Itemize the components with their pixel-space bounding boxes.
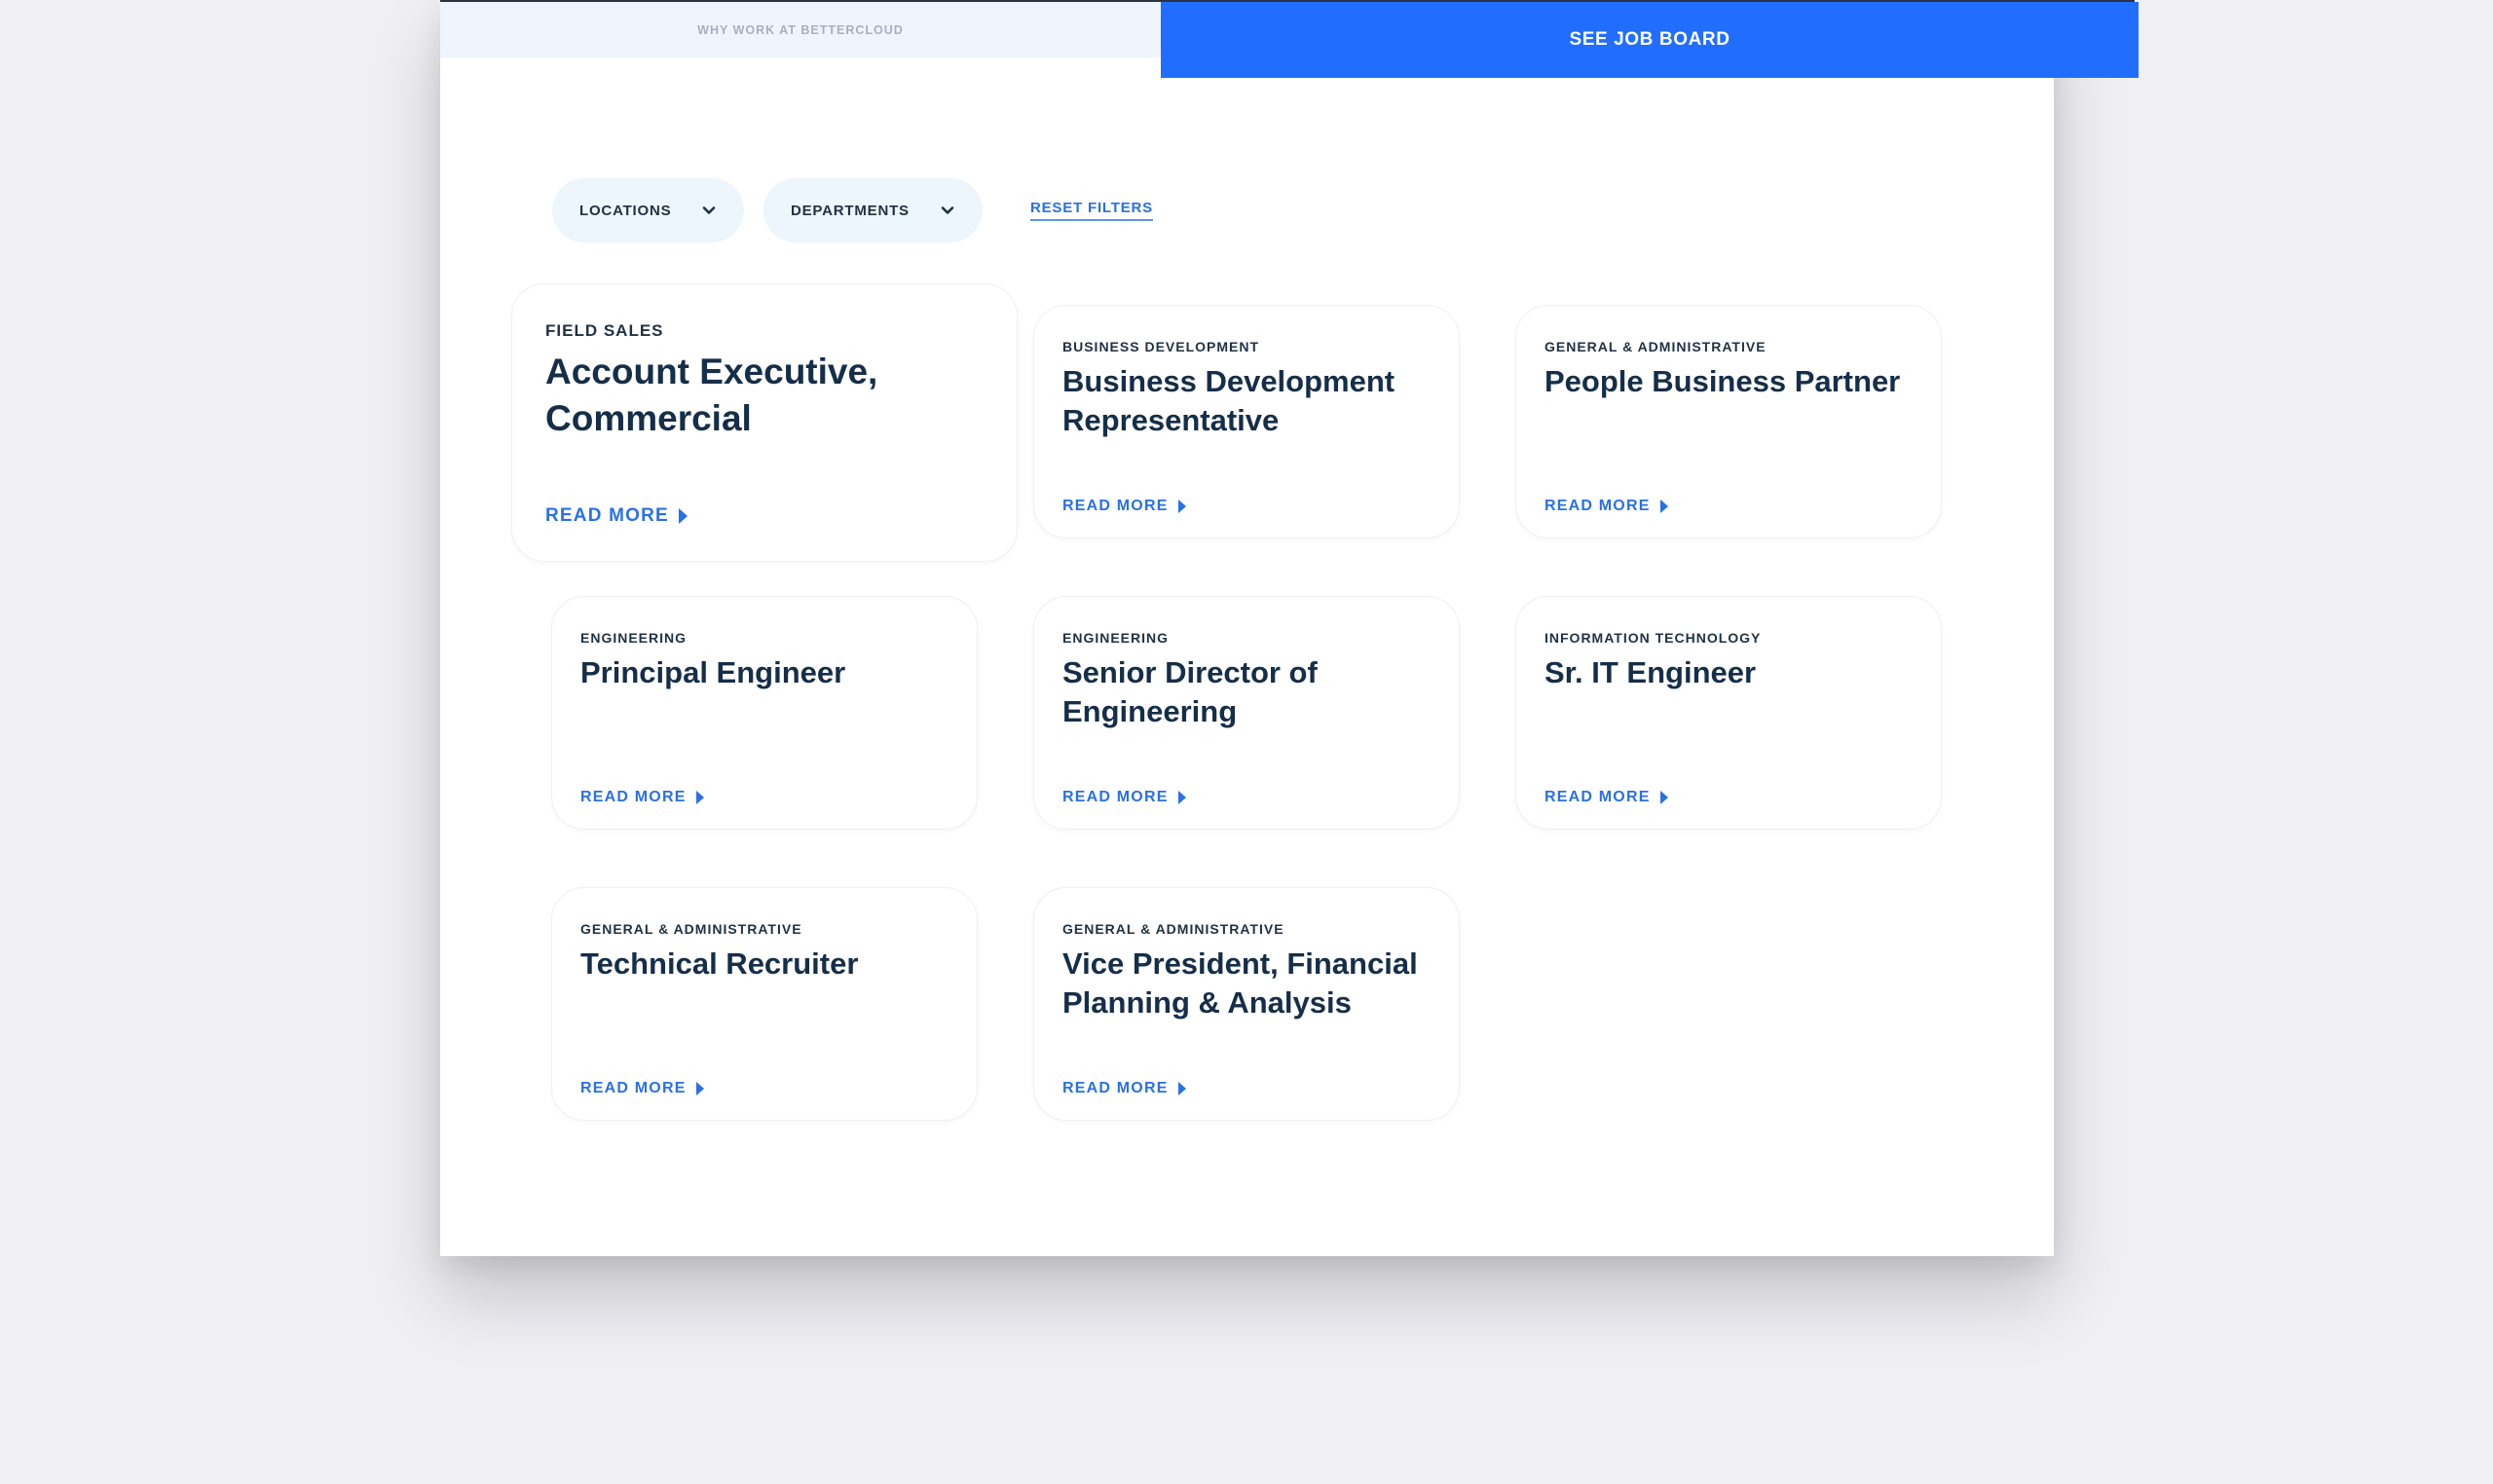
read-more-label: READ MORE (1544, 498, 1651, 514)
job-department: ENGINEERING (580, 630, 688, 646)
caret-right-icon (695, 1082, 704, 1095)
job-title: Technical Recruiter (580, 946, 859, 981)
read-more-label: READ MORE (1062, 789, 1169, 805)
job-card[interactable]: GENERAL & ADMINISTRATIVE Vice President,… (1033, 887, 1460, 1121)
job-card[interactable]: INFORMATION TECHNOLOGY Sr. IT Engineer R… (1515, 596, 1942, 830)
job-department: GENERAL & ADMINISTRATIVE (1062, 921, 1284, 937)
read-more-link[interactable]: READ MORE (580, 789, 704, 806)
caret-right-icon (1659, 500, 1668, 513)
job-department: FIELD SALES (545, 321, 664, 340)
caret-right-icon (1177, 1082, 1186, 1095)
see-job-board-label: SEE JOB BOARD (1569, 29, 1730, 50)
read-more-link[interactable]: READ MORE (580, 1080, 704, 1097)
caret-right-icon (1177, 500, 1186, 513)
why-work-tab-label: WHY WORK AT BETTERCLOUD (697, 22, 904, 37)
job-title: Business Development Representative (1062, 364, 1395, 438)
read-more-link[interactable]: READ MORE (1062, 1080, 1186, 1097)
job-card[interactable]: FIELD SALES Account Executive, Commercia… (511, 283, 1018, 562)
job-title: People Business Partner (1544, 364, 1901, 398)
read-more-label: READ MORE (1544, 789, 1651, 805)
why-work-tab[interactable]: WHY WORK AT BETTERCLOUD (440, 2, 1161, 57)
filter-bar: LOCATIONS DEPARTMENTS RESET FILTERS (552, 178, 1153, 242)
read-more-link[interactable]: READ MORE (1544, 789, 1668, 806)
job-department: GENERAL & ADMINISTRATIVE (1544, 339, 1767, 354)
job-department: ENGINEERING (1062, 630, 1170, 646)
job-card[interactable]: GENERAL & ADMINISTRATIVE People Business… (1515, 305, 1942, 538)
read-more-label: READ MORE (580, 789, 687, 805)
job-title: Principal Engineer (580, 655, 846, 689)
read-more-label: READ MORE (545, 505, 669, 526)
job-department: BUSINESS DEVELOPMENT (1062, 339, 1260, 354)
job-card[interactable]: ENGINEERING Senior Director of Engineeri… (1033, 596, 1460, 830)
reset-filters-link[interactable]: RESET FILTERS (1030, 200, 1153, 221)
read-more-link[interactable]: READ MORE (1062, 498, 1186, 515)
caret-right-icon (1659, 791, 1668, 804)
job-title: Senior Director of Engineering (1062, 655, 1318, 729)
job-title: Account Executive, Commercial (545, 352, 878, 439)
departments-label: DEPARTMENTS (791, 202, 910, 219)
job-title: Sr. IT Engineer (1544, 655, 1757, 689)
read-more-link[interactable]: READ MORE (1544, 498, 1668, 515)
see-job-board-button[interactable]: SEE JOB BOARD (1161, 2, 2139, 78)
job-title: Vice President, Financial Planning & Ana… (1062, 946, 1418, 1020)
job-card[interactable]: BUSINESS DEVELOPMENT Business Developmen… (1033, 305, 1460, 538)
chevron-down-icon (941, 206, 954, 214)
locations-dropdown[interactable]: LOCATIONS (552, 178, 744, 242)
job-department: GENERAL & ADMINISTRATIVE (580, 921, 802, 937)
caret-right-icon (695, 791, 704, 804)
departments-dropdown[interactable]: DEPARTMENTS (763, 178, 983, 242)
locations-label: LOCATIONS (579, 202, 672, 219)
top-border (440, 0, 2135, 2)
read-more-link[interactable]: READ MORE (1062, 789, 1186, 806)
read-more-link[interactable]: READ MORE (545, 505, 688, 527)
read-more-label: READ MORE (580, 1080, 687, 1096)
read-more-label: READ MORE (1062, 1080, 1169, 1096)
read-more-label: READ MORE (1062, 498, 1169, 514)
caret-right-icon (678, 508, 688, 524)
chevron-down-icon (702, 206, 716, 214)
caret-right-icon (1177, 791, 1186, 804)
job-card[interactable]: ENGINEERING Principal Engineer READ MORE (551, 596, 978, 830)
job-card[interactable]: GENERAL & ADMINISTRATIVE Technical Recru… (551, 887, 978, 1121)
job-department: INFORMATION TECHNOLOGY (1544, 630, 1762, 646)
